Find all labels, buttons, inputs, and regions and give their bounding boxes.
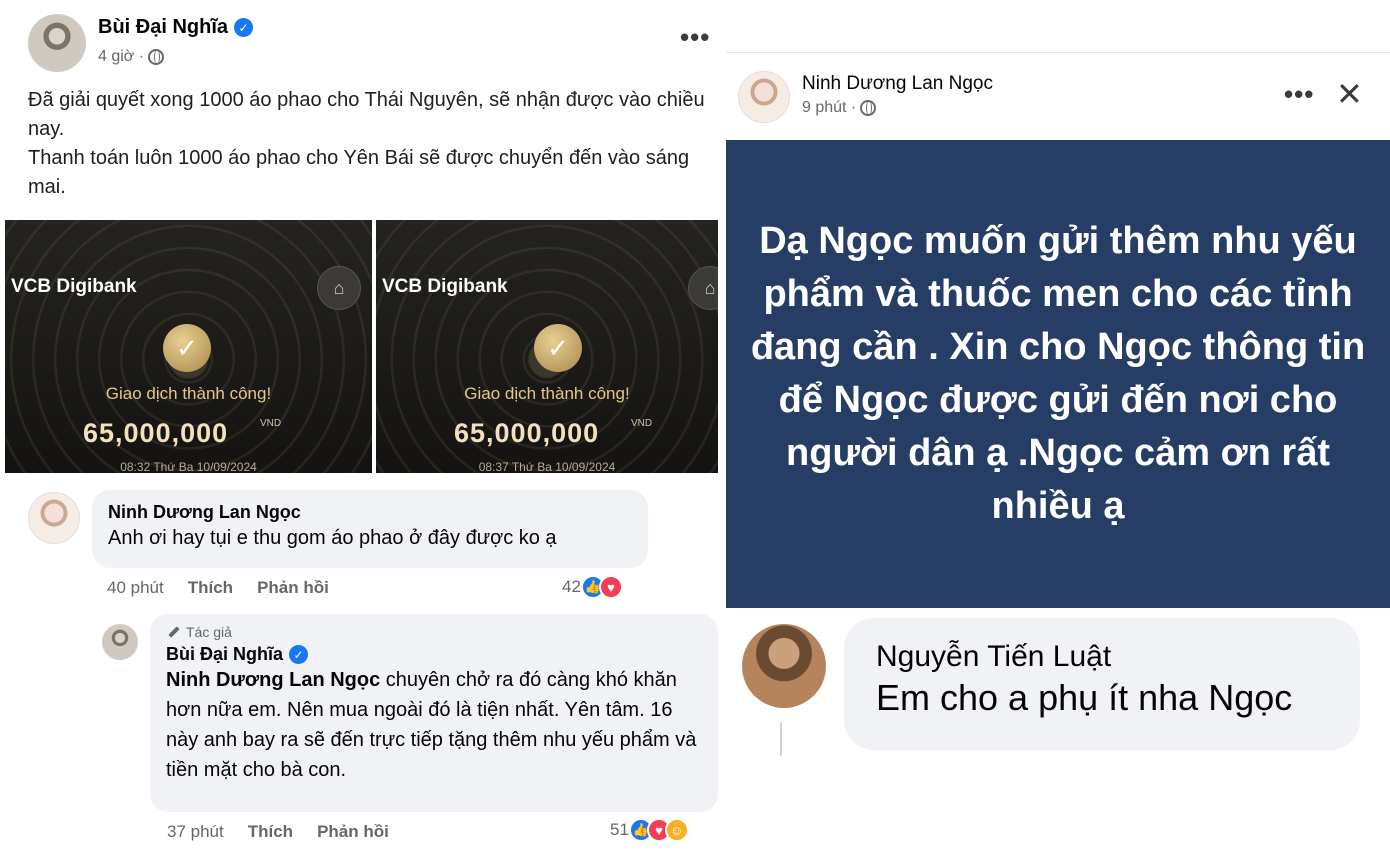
more-options-icon[interactable]: ••• (1284, 79, 1314, 110)
announcement-text: Dạ Ngọc muốn gửi thêm nhu yếu phẩm và th… (750, 220, 1366, 527)
transaction-status: Giao dịch thành công! (105, 384, 272, 403)
pen-icon (166, 625, 180, 639)
transaction-amount: 65,000,000 (83, 418, 229, 448)
post-meta: 9 phút · (802, 99, 877, 117)
transaction-time: 08:32 Thứ Ba 10/09/2024 (120, 460, 257, 473)
post-time[interactable]: 9 phút · (802, 99, 856, 117)
author-tag-label: Tác giả (186, 624, 232, 640)
left-post-panel: Bùi Đại Nghĩa ✓ 4 giờ · ••• Đã giải quyế… (0, 0, 724, 850)
currency-label: VND (260, 418, 282, 429)
comment-author[interactable]: Nguyễn Tiến Luật (876, 640, 1328, 674)
author-avatar[interactable] (28, 14, 86, 72)
post-author[interactable]: Ninh Dương Lan Ngọc (802, 73, 993, 95)
reply-reactions[interactable]: 51 👍 ♥ ☺ (610, 818, 689, 842)
right-post-panel: Ninh Dương Lan Ngọc 9 phút · ••• ✕ Dạ Ng… (726, 40, 1390, 850)
check-icon: ✓ (163, 324, 211, 372)
reply-time[interactable]: 37 phút (167, 822, 224, 842)
reply-author-name[interactable]: Bùi Đại Nghĩa (166, 644, 283, 665)
mention-link[interactable]: Ninh Dương Lan Ngọc (166, 669, 380, 691)
check-icon: ✓ (534, 324, 582, 372)
globe-icon (148, 49, 165, 65)
verified-badge-icon: ✓ (289, 645, 309, 664)
announcement-card: Dạ Ngọc muốn gửi thêm nhu yếu phẩm và th… (726, 140, 1390, 608)
reaction-count: 51 (610, 820, 629, 839)
transfer-receipt-image[interactable]: VCB Digibank ⌂ ✓ Giao dịch thành công! 6… (5, 220, 372, 473)
reply-author-avatar[interactable] (102, 624, 138, 660)
globe-icon (860, 100, 877, 116)
comment-actions: 40 phút Thích Phản hồi (107, 578, 329, 598)
more-options-icon[interactable]: ••• (680, 22, 710, 53)
comment-reactions[interactable]: 42 👍 ♥ (562, 575, 623, 599)
post-time[interactable]: 4 giờ · (98, 48, 144, 66)
reply-button[interactable]: Phản hồi (317, 822, 389, 842)
comment-text: Anh ơi hay tụi e thu gom áo phao ở đây đ… (108, 527, 557, 549)
transaction-status: Giao dịch thành công! (464, 384, 630, 403)
verified-badge-icon: ✓ (234, 18, 254, 37)
reply-actions: 37 phút Thích Phản hồi (167, 822, 389, 842)
author-avatar[interactable] (738, 71, 790, 123)
commenter-avatar[interactable] (28, 492, 80, 544)
post-meta: 4 giờ · (98, 48, 165, 66)
like-button[interactable]: Thích (188, 578, 233, 598)
bank-brand-label: VCB Digibank (382, 276, 508, 297)
post-author[interactable]: Bùi Đại Nghĩa ✓ (98, 16, 254, 39)
reply-bubble: Tác giả Bùi Đại Nghĩa ✓ Ninh Dương Lan N… (150, 614, 718, 812)
like-button[interactable]: Thích (248, 822, 293, 842)
comment-text: Em cho a phụ ít nha Ngọc (876, 677, 1293, 718)
post-author-name[interactable]: Ninh Dương Lan Ngọc (802, 73, 993, 95)
reply-button[interactable]: Phản hồi (257, 578, 329, 598)
post-header: Ninh Dương Lan Ngọc 9 phút · ••• ✕ (726, 52, 1390, 140)
right-top-gap (726, 0, 1390, 40)
reply-author[interactable]: Bùi Đại Nghĩa ✓ (166, 644, 702, 665)
post-line-1: Đã giải quyết xong 1000 áo phao cho Thái… (28, 89, 705, 140)
comment-author[interactable]: Ninh Dương Lan Ngọc (108, 502, 632, 523)
author-tag: Tác giả (166, 624, 702, 640)
transaction-time: 08:37 Thứ Ba 10/09/2024 (478, 460, 616, 473)
home-icon: ⌂ (317, 266, 361, 310)
close-icon[interactable]: ✕ (1336, 75, 1363, 113)
comment-time[interactable]: 40 phút (107, 578, 164, 598)
currency-label: VND (631, 418, 653, 429)
post-author-name[interactable]: Bùi Đại Nghĩa (98, 16, 228, 39)
bank-brand-label: VCB Digibank (11, 276, 137, 297)
reply-text: Ninh Dương Lan Ngọc chuyên chở ra đó càn… (166, 665, 702, 785)
commenter-avatar[interactable] (742, 624, 826, 708)
love-reaction-icon: ♥ (598, 575, 623, 599)
comment-bubble: Nguyễn Tiến Luật Em cho a phụ ít nha Ngọ… (844, 618, 1360, 750)
comment-bubble: Ninh Dương Lan Ngọc Anh ơi hay tụi e thu… (92, 490, 648, 568)
care-reaction-icon: ☺ (664, 818, 689, 842)
thread-line (780, 722, 782, 756)
post-line-2: Thanh toán luôn 1000 áo phao cho Yên Bái… (28, 147, 690, 198)
transfer-receipt-image[interactable]: VCB Digibank ⌂ ✓ Giao dịch thành công! 6… (376, 220, 718, 473)
reaction-count: 42 (562, 577, 581, 596)
transaction-amount: 65,000,000 (454, 418, 600, 448)
post-body: Đã giải quyết xong 1000 áo phao cho Thái… (28, 86, 718, 202)
